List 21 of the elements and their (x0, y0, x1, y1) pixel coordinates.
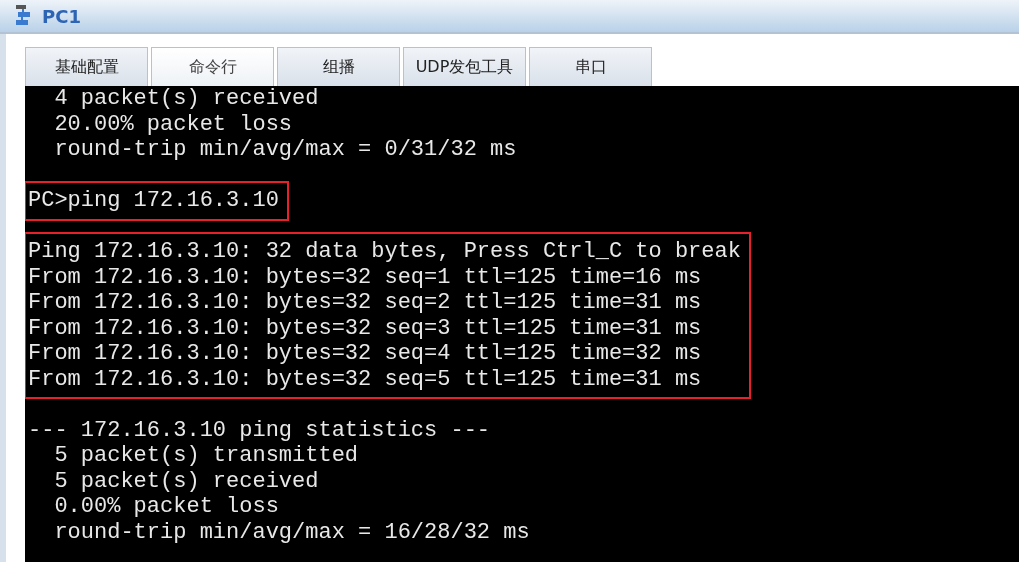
terminal-line: 4 packet(s) received (53, 86, 320, 112)
tab[interactable]: 命令行 (151, 47, 274, 86)
terminal-line: From 172.16.3.10: bytes=32 seq=4 ttl=125 time=32 ms (28, 341, 703, 367)
terminal-line: 20.00% packet loss (53, 111, 294, 137)
terminal-line: PC>ping 172.16.3.10 (28, 188, 279, 214)
tab[interactable]: UDP发包工具 (403, 47, 526, 86)
terminal-line: round-trip min/avg/max = 16/28/32 ms (53, 519, 531, 545)
window-title: PC1 (42, 4, 81, 29)
tab[interactable]: 串口 (529, 47, 652, 86)
terminal-line: From 172.16.3.10: bytes=32 seq=3 ttl=125 time=31 ms (28, 315, 703, 341)
terminal-line: round-trip min/avg/max = 0/31/32 ms (53, 137, 518, 163)
terminal-line: 0.00% packet loss (53, 494, 280, 520)
terminal-line: 5 packet(s) transmitted (53, 443, 360, 469)
terminal-line: From 172.16.3.10: bytes=32 seq=1 ttl=125 time=16 ms (28, 264, 703, 290)
tab[interactable]: 组播 (277, 47, 400, 86)
terminal-line: --- 172.16.3.10 ping statistics --- (28, 417, 492, 443)
terminal-line: From 172.16.3.10: bytes=32 seq=5 ttl=125 time=31 ms (28, 366, 703, 392)
terminal-line: Ping 172.16.3.10: 32 data bytes, Press Ctrl_C to break (28, 239, 741, 265)
tab[interactable]: 基础配置 (25, 47, 148, 86)
terminal-line: From 172.16.3.10: bytes=32 seq=2 ttl=125 time=31 ms (28, 290, 703, 316)
terminal-line: 5 packet(s) received (53, 468, 320, 494)
